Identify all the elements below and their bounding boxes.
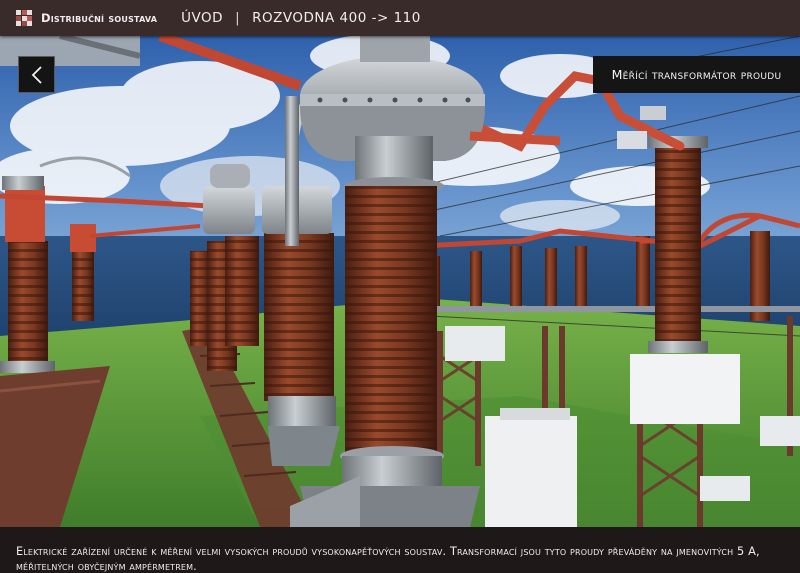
breadcrumb-home-link[interactable]: ÚVOD [181, 10, 223, 26]
object-title: Měřící transformátor proudu [593, 56, 800, 93]
substation-3d-view[interactable] [0, 36, 800, 527]
breadcrumb-current: ROZVODNA 400 -> 110 [252, 10, 421, 26]
back-button[interactable] [18, 56, 55, 93]
breadcrumb-separator: | [235, 10, 241, 26]
breadcrumb: ÚVOD | ROZVODNA 400 -> 110 [181, 10, 421, 26]
top-bar: Distribuční soustava ÚVOD | ROZVODNA 400… [0, 0, 800, 36]
app-logo-icon [16, 10, 32, 26]
chevron-left-icon [31, 65, 42, 84]
description-caption: Elektrické zařízení určené k měření velm… [0, 527, 800, 573]
app-title: Distribuční soustava [41, 11, 158, 25]
